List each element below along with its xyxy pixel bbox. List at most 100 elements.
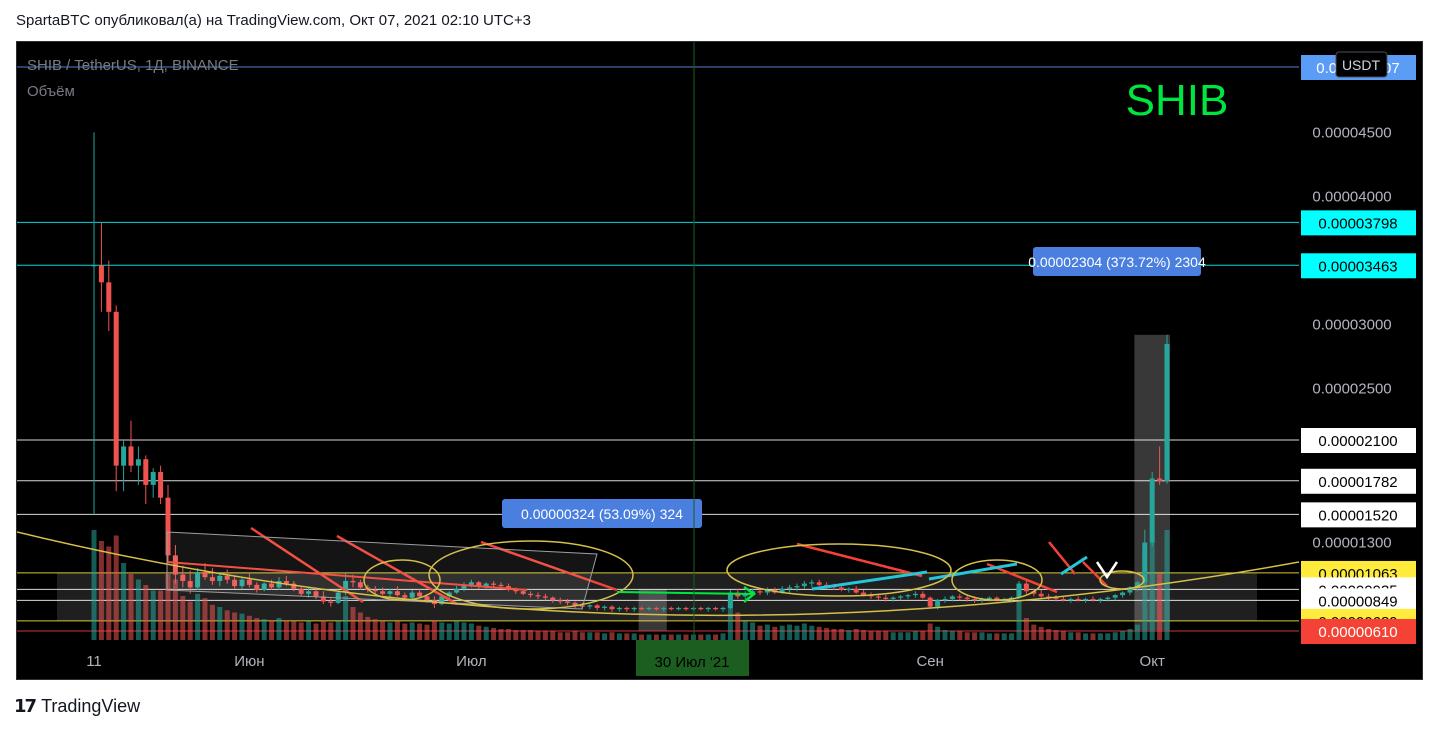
candle-body xyxy=(150,472,156,485)
volume-bar xyxy=(713,634,719,640)
candle-body xyxy=(853,588,859,593)
candle-body xyxy=(875,596,881,598)
volume-bar xyxy=(261,619,267,640)
candle-body xyxy=(113,311,119,466)
volume-bar xyxy=(217,607,223,640)
candle-body xyxy=(1090,598,1096,601)
candle-body xyxy=(1120,592,1126,596)
volume-bar xyxy=(468,623,474,640)
volume-bar xyxy=(883,631,889,640)
candle xyxy=(1149,472,1155,547)
candle-body xyxy=(609,606,615,610)
currency-badge[interactable]: USDT xyxy=(1335,51,1388,78)
candle-body xyxy=(1068,598,1074,601)
candle-body xyxy=(942,598,948,601)
candle-body xyxy=(143,459,149,485)
volume-bar xyxy=(150,590,156,640)
volume-bar xyxy=(683,634,689,640)
candle-body xyxy=(98,265,104,283)
volume-bar xyxy=(698,634,704,640)
candle-body xyxy=(1016,583,1022,598)
candle-body xyxy=(957,596,963,598)
candle-body xyxy=(1060,598,1066,601)
candle-body xyxy=(121,446,127,466)
candle-body xyxy=(1149,478,1155,543)
volume-bar xyxy=(927,623,933,640)
candle-body xyxy=(1157,478,1163,482)
volume-bar xyxy=(587,632,593,640)
candle-body xyxy=(713,607,719,610)
volume-bar xyxy=(653,634,659,640)
volume-bar xyxy=(394,621,400,640)
volume-bar xyxy=(180,596,186,640)
volume-bar xyxy=(1097,633,1103,640)
volume-bar xyxy=(846,630,852,640)
volume-bar xyxy=(1060,631,1066,640)
volume-bar xyxy=(979,632,985,640)
volume-bar xyxy=(91,530,97,640)
volume-bar xyxy=(1046,629,1052,640)
volume-bar xyxy=(520,630,526,640)
price-level-text: 0.00001520 xyxy=(1318,507,1397,524)
price-level-text: 0.00003798 xyxy=(1318,215,1397,232)
volume-bar xyxy=(1149,541,1155,640)
volume-bar xyxy=(579,632,585,640)
candle-body xyxy=(912,593,918,596)
time-tick-label: Июл xyxy=(456,653,486,670)
volume-bar xyxy=(868,631,874,640)
measure-label-large: 0.00002304 (373.72%) 2304 xyxy=(1028,247,1206,276)
candle-body xyxy=(1038,593,1044,597)
volume-bar xyxy=(128,574,134,640)
volume-bar xyxy=(143,585,149,640)
volume-bar xyxy=(964,632,970,640)
candle-body xyxy=(616,607,622,610)
volume-bar xyxy=(498,629,504,640)
volume-bar xyxy=(861,630,867,640)
volume-bar xyxy=(402,623,408,640)
volume-bar xyxy=(454,621,460,640)
volume-bar xyxy=(1112,632,1118,640)
time-tick-label: Сен xyxy=(916,653,943,670)
volume-bar xyxy=(335,621,341,640)
price-level-text: 0.00002100 xyxy=(1318,433,1397,450)
volume-label: Объём xyxy=(27,83,75,100)
volume-bar xyxy=(306,621,312,640)
measure-text: 0.00002304 (373.72%) 2304 xyxy=(1028,254,1206,270)
candle-body xyxy=(720,607,726,610)
volume-bar xyxy=(535,631,541,640)
volume-bar xyxy=(920,631,926,640)
volume-bar xyxy=(232,612,238,640)
volume-bar xyxy=(646,634,652,640)
volume-bar xyxy=(1090,633,1096,640)
candle-body xyxy=(883,597,889,599)
time-tick-label: Июн xyxy=(234,653,264,670)
price-level-text: 0.00001782 xyxy=(1318,474,1397,491)
volume-bar xyxy=(972,632,978,640)
price-level-text: 0.00003463 xyxy=(1318,258,1397,275)
candle-body xyxy=(1023,583,1029,592)
volume-bar xyxy=(986,633,992,640)
candle-body xyxy=(801,583,807,587)
volume-bar xyxy=(809,625,815,640)
volume-bar xyxy=(572,631,578,640)
chart-panel[interactable]: 0.00002304 (373.72%) 2304 0.00000324 (53.… xyxy=(16,41,1423,680)
candlestick-chart[interactable]: 0.00002304 (373.72%) 2304 0.00000324 (53.… xyxy=(17,42,1423,680)
volume-bar xyxy=(853,629,859,640)
volume-bar xyxy=(461,622,467,640)
volume-bar xyxy=(550,631,556,640)
candle-body xyxy=(809,582,815,584)
candle-body xyxy=(757,591,763,593)
candle-body xyxy=(328,601,334,603)
volume-bar xyxy=(446,623,452,640)
volume-bar xyxy=(557,632,563,640)
crosshair-date-label: 30 Июл '21 xyxy=(636,640,749,676)
volume-bar xyxy=(824,627,830,640)
candle-body xyxy=(135,459,141,466)
price-level-badge: 0.00003463 xyxy=(1301,253,1416,279)
publish-info: SpartaBTC опубликовал(а) на TradingView.… xyxy=(16,12,531,29)
candle-body xyxy=(683,607,689,610)
volume-bar xyxy=(609,632,615,640)
candle-body xyxy=(91,265,97,267)
volume-bar xyxy=(1053,630,1059,640)
candle-body xyxy=(816,582,822,585)
